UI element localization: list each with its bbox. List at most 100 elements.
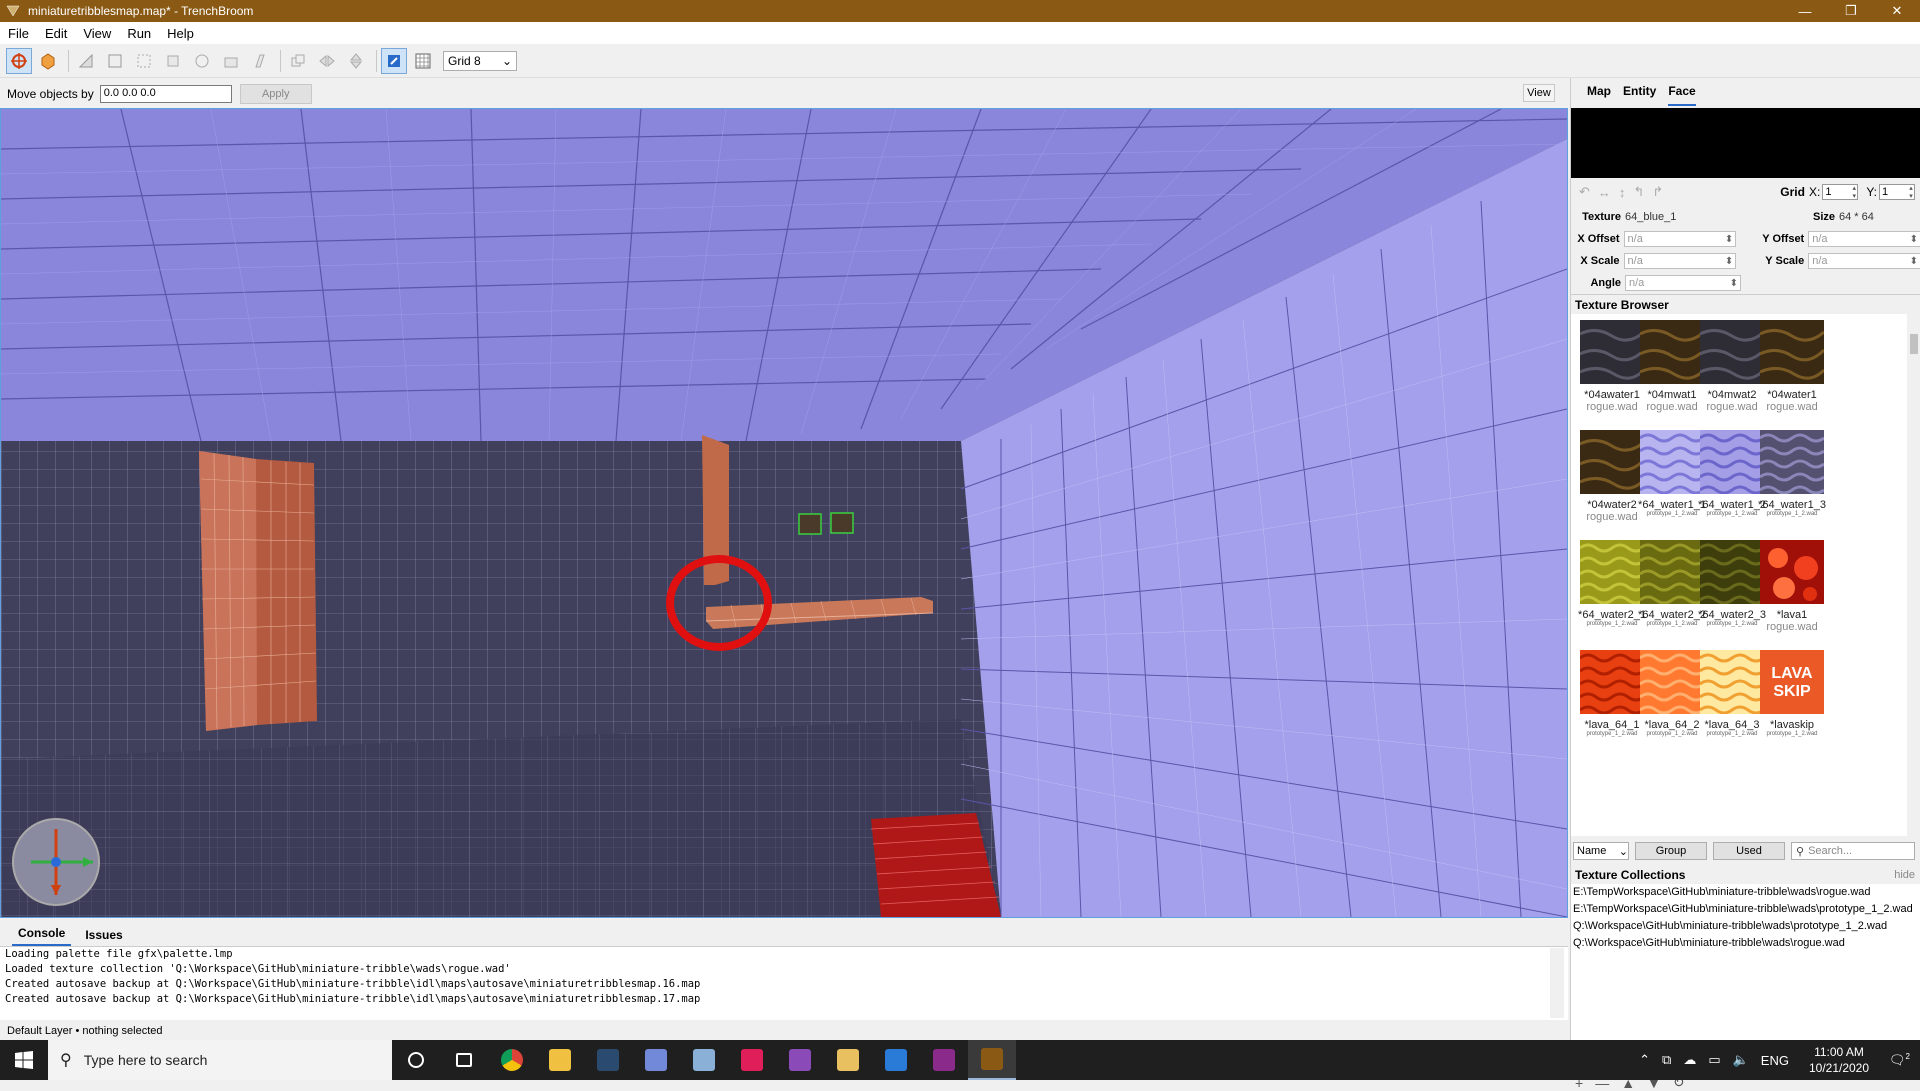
onedrive-icon[interactable]: ☁ xyxy=(1683,1052,1696,1068)
search-icon: ⚲ xyxy=(60,1052,72,1069)
entity-marker[interactable] xyxy=(798,513,822,535)
texture-name: *64_water1_3 xyxy=(1758,499,1826,511)
minimize-button[interactable]: — xyxy=(1782,0,1828,22)
taskbar-app[interactable] xyxy=(440,1040,488,1080)
console-line: Created autosave backup at Q:\Workspace\… xyxy=(5,978,701,990)
taskbar-app[interactable] xyxy=(824,1040,872,1080)
flip-u-icon[interactable]: ↔ xyxy=(1598,185,1611,200)
scale-tool-button[interactable] xyxy=(218,48,244,74)
sort-select[interactable]: Name ⌄ xyxy=(1573,842,1629,860)
uv-lock-button[interactable] xyxy=(410,48,436,74)
texture-tile[interactable]: *04water1 rogue.wad xyxy=(1755,320,1829,428)
console-output[interactable]: Loading palette file gfx\palette.lmp Load… xyxy=(0,946,1568,1020)
taskbar-app[interactable] xyxy=(920,1040,968,1080)
list-item[interactable]: Q:\Workspace\GitHub\miniature-tribble\wa… xyxy=(1571,935,1920,952)
texture-collections-list[interactable]: E:\TempWorkspace\GitHub\miniature-tribbl… xyxy=(1571,884,1920,1064)
move-objects-input[interactable]: 0.0 0.0 0.0 xyxy=(99,85,232,103)
monitor-icon[interactable]: ▭ xyxy=(1708,1052,1720,1068)
svg-text:SKIP: SKIP xyxy=(1773,683,1811,700)
network-app-icon[interactable]: ⧉ xyxy=(1662,1052,1671,1068)
view-button[interactable]: View xyxy=(1523,84,1555,102)
rotate-cw-icon[interactable]: ↱ xyxy=(1652,184,1663,200)
uv-grid-y-spinner[interactable]: 1 xyxy=(1879,184,1915,200)
menu-help[interactable]: Help xyxy=(159,26,202,41)
x-scale-input[interactable]: n/a xyxy=(1623,253,1737,269)
chevron-up-icon[interactable]: ⌃ xyxy=(1639,1052,1650,1068)
vertex-tool-button[interactable] xyxy=(102,48,128,74)
group-button[interactable]: Group xyxy=(1635,842,1707,860)
texture-browser-scrollbar[interactable] xyxy=(1907,314,1920,836)
list-item[interactable]: E:\TempWorkspace\GitHub\miniature-tribbl… xyxy=(1571,901,1920,918)
brush-tool-button[interactable] xyxy=(35,48,61,74)
reset-uv-icon[interactable]: ↶ xyxy=(1579,184,1590,200)
taskbar-app[interactable] xyxy=(584,1040,632,1080)
clock[interactable]: 11:00 AM 10/21/2020 xyxy=(1809,1044,1869,1076)
chevron-down-icon: ⌄ xyxy=(501,53,512,68)
tab-map[interactable]: Map xyxy=(1587,84,1611,106)
console-scrollbar[interactable] xyxy=(1550,948,1564,1018)
texture-browser-controls: Name ⌄ Group Used ⚲ Search... xyxy=(1571,840,1920,862)
close-button[interactable]: ✕ xyxy=(1874,0,1920,22)
menu-file[interactable]: File xyxy=(0,26,37,41)
y-scale-input[interactable]: n/a xyxy=(1808,253,1920,269)
taskbar-app[interactable] xyxy=(536,1040,584,1080)
taskbar-app[interactable] xyxy=(488,1040,536,1080)
scene-render xyxy=(1,109,1567,917)
tab-entity[interactable]: Entity xyxy=(1623,84,1656,106)
volume-icon[interactable]: 🔈 xyxy=(1733,1052,1749,1068)
taskbar-search[interactable]: ⚲ Type here to search xyxy=(48,1040,392,1080)
hide-link[interactable]: hide xyxy=(1894,869,1915,881)
taskbar-app[interactable] xyxy=(392,1040,440,1080)
x-offset-input[interactable]: n/a xyxy=(1623,231,1737,247)
menu-edit[interactable]: Edit xyxy=(37,26,75,41)
flip-v-icon[interactable]: ↕ xyxy=(1619,185,1626,200)
texture-lock-button[interactable] xyxy=(381,47,407,74)
apply-button[interactable]: Apply xyxy=(239,84,312,104)
list-item[interactable]: E:\TempWorkspace\GitHub\miniature-tribbl… xyxy=(1571,884,1920,901)
maximize-button[interactable]: ❐ xyxy=(1828,0,1874,22)
inspector-panel: Map Entity Face ↶ ↔ ↕ ↰ ↱ Grid X: 1 Y: 1… xyxy=(1570,78,1920,1091)
scrollbar-thumb[interactable] xyxy=(1910,334,1918,354)
language-indicator[interactable]: ENG xyxy=(1761,1053,1789,1068)
entity-marker[interactable] xyxy=(830,512,854,534)
flip-vertical-button[interactable] xyxy=(343,48,369,74)
used-button[interactable]: Used xyxy=(1713,842,1785,860)
taskbar-app[interactable] xyxy=(680,1040,728,1080)
flip-horizontal-button[interactable] xyxy=(314,48,340,74)
menu-run[interactable]: Run xyxy=(119,26,159,41)
winrar-icon xyxy=(933,1049,955,1071)
clip-tool-button[interactable] xyxy=(73,48,99,74)
face-tool-button[interactable] xyxy=(160,48,186,74)
taskbar-app[interactable] xyxy=(728,1040,776,1080)
notification-icon[interactable]: 🗨2 xyxy=(1889,1052,1910,1068)
rotate-ccw-icon[interactable]: ↰ xyxy=(1633,184,1644,200)
y-offset-input[interactable]: n/a xyxy=(1808,231,1920,247)
taskbar-app[interactable] xyxy=(968,1040,1016,1080)
tab-console[interactable]: Console xyxy=(12,926,72,946)
texture-search-input[interactable]: ⚲ Search... xyxy=(1791,842,1915,860)
move-tool-button[interactable] xyxy=(6,47,32,74)
shear-tool-button[interactable] xyxy=(247,48,273,74)
taskbar-app[interactable] xyxy=(872,1040,920,1080)
texture-browser-grid[interactable]: *04awater1 rogue.wad *04mwat1 rogue.wad *04m… xyxy=(1571,314,1907,836)
angle-value: n/a xyxy=(1629,277,1645,289)
uv-grid-y-value: 1 xyxy=(1882,186,1889,198)
rotate-tool-button[interactable] xyxy=(189,48,215,74)
grid-size-select[interactable]: Grid 8 ⌄ xyxy=(443,50,517,71)
start-button[interactable] xyxy=(0,1040,48,1080)
taskbar-app[interactable] xyxy=(776,1040,824,1080)
3d-viewport[interactable] xyxy=(0,108,1568,918)
texture-tile[interactable]: *lava1 rogue.wad xyxy=(1755,540,1829,648)
texture-tile[interactable]: *64_water1_3 prototype_1_2.wad xyxy=(1755,430,1829,538)
duplicate-button[interactable] xyxy=(285,48,311,74)
angle-input[interactable]: n/a xyxy=(1625,275,1741,291)
uv-editor-view[interactable] xyxy=(1571,108,1920,178)
texture-tile[interactable]: LAVA SKIP *lavaskip prototype_1_2.wad xyxy=(1755,650,1829,758)
tab-issues[interactable]: Issues xyxy=(79,928,128,946)
edge-tool-button[interactable] xyxy=(131,48,157,74)
taskbar-app[interactable] xyxy=(632,1040,680,1080)
tab-face[interactable]: Face xyxy=(1668,84,1696,106)
menu-view[interactable]: View xyxy=(75,26,119,41)
list-item[interactable]: Q:\Workspace\GitHub\miniature-tribble\wa… xyxy=(1571,918,1920,935)
uv-grid-x-spinner[interactable]: 1 xyxy=(1822,184,1859,200)
